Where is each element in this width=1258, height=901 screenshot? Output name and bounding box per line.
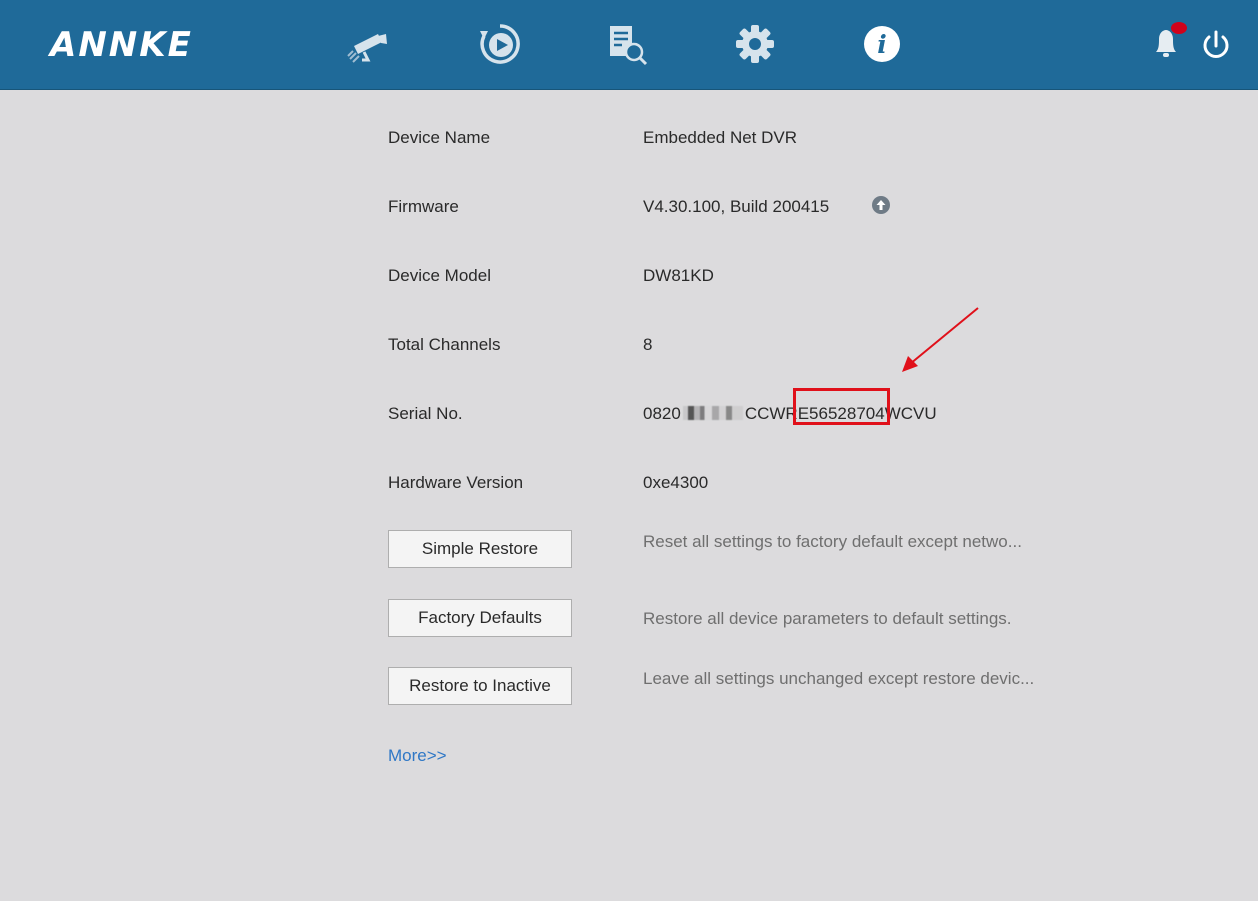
serial-number-label: Serial No.: [388, 404, 463, 423]
power-icon[interactable]: [1198, 28, 1234, 64]
hardware-version-value: 0xe4300: [643, 473, 709, 492]
device-name-value: Embedded Net DVR: [643, 128, 798, 147]
serial-highlight-annotation-box: [793, 388, 890, 425]
serial-middle: CCWR: [744, 404, 798, 423]
total-channels-value: 8: [643, 335, 653, 354]
firmware-upgrade-icon[interactable]: [871, 195, 891, 215]
device-model-value: DW81KD: [643, 266, 714, 285]
search-log-icon[interactable]: [606, 22, 650, 66]
hardware-version-label: Hardware Version: [388, 473, 524, 492]
annke-logo: ANNKE: [50, 25, 193, 65]
bell-icon[interactable]: [1150, 22, 1190, 66]
serial-prefix: 0820: [643, 404, 681, 423]
simple-restore-description: Reset all settings to factory default ex…: [643, 532, 1022, 551]
info-icon[interactable]: i: [860, 22, 904, 66]
restore-to-inactive-description: Leave all settings unchanged except rest…: [643, 669, 1035, 688]
device-model-label: Device Model: [388, 266, 491, 285]
settings-gear-icon[interactable]: [733, 22, 777, 66]
device-info-panel: Device Name Embedded Net DVR Firmware V4…: [0, 90, 1258, 901]
factory-defaults-button[interactable]: Factory Defaults: [388, 599, 572, 637]
serial-suffix: WCVU: [884, 404, 937, 423]
serial-number-value: 0820 CCWRE56528704WCVU: [643, 404, 937, 424]
svg-text:i: i: [877, 30, 887, 59]
restore-to-inactive-button[interactable]: Restore to Inactive: [388, 667, 572, 705]
simple-restore-button[interactable]: Simple Restore: [388, 530, 572, 568]
firmware-label: Firmware: [388, 197, 459, 216]
firmware-value: V4.30.100, Build 200415: [643, 197, 830, 216]
playback-icon[interactable]: [478, 22, 522, 66]
device-name-label: Device Name: [388, 128, 491, 147]
annotation-arrow-icon: [902, 307, 979, 372]
camera-icon[interactable]: [345, 22, 389, 66]
serial-redacted-blur: [682, 406, 743, 420]
factory-defaults-description: Restore all device parameters to default…: [643, 609, 1012, 628]
more-link[interactable]: More>>: [388, 746, 447, 766]
top-navigation-bar: ANNKE i: [0, 0, 1258, 90]
total-channels-label: Total Channels: [388, 335, 501, 354]
